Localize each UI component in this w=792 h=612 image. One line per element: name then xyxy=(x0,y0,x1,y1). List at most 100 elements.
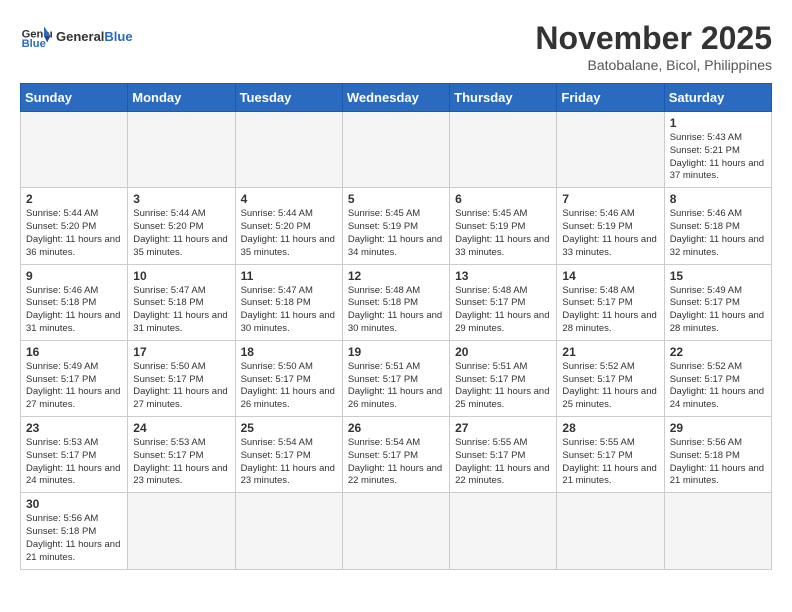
calendar-cell: 19 Sunrise: 5:51 AMSunset: 5:17 PMDayligh… xyxy=(342,340,449,416)
calendar-cell: 23 Sunrise: 5:53 AMSunset: 5:17 PMDayligh… xyxy=(21,417,128,493)
day-number: 6 xyxy=(455,192,551,206)
calendar-cell: 27Sunrise: 5:55 AMSunset: 5:17 PMDayligh… xyxy=(450,417,557,493)
day-number: 21 xyxy=(562,345,658,359)
weekday-header-friday: Friday xyxy=(557,84,664,112)
day-number: 24 xyxy=(133,421,229,435)
calendar-cell xyxy=(21,112,128,188)
calendar-cell xyxy=(235,493,342,569)
calendar-row: 1Sunrise: 5:43 AMSunset: 5:21 PMDaylight… xyxy=(21,112,772,188)
day-number: 25 xyxy=(241,421,337,435)
day-info: Sunrise: 5:56 AMSunset: 5:18 PMDaylight:… xyxy=(26,513,122,564)
day-number: 17 xyxy=(133,345,229,359)
calendar-row: 9Sunrise: 5:46 AMSunset: 5:18 PMDaylight… xyxy=(21,264,772,340)
day-info: Sunrise: 5:44 AMSunset: 5:20 PMDaylight:… xyxy=(241,208,337,259)
day-info: Sunrise: 5:47 AMSunset: 5:18 PMDaylight:… xyxy=(133,285,229,336)
day-info: Sunrise: 5:48 AMSunset: 5:17 PMDaylight:… xyxy=(562,285,658,336)
day-info: Sunrise: 5:53 AMSunset: 5:17 PMDaylight:… xyxy=(26,437,122,488)
day-info: Sunrise: 5:52 AMSunset: 5:17 PMDaylight:… xyxy=(670,361,766,412)
day-number: 27 xyxy=(455,421,551,435)
day-info: Sunrise: 5:53 AMSunset: 5:17 PMDaylight:… xyxy=(133,437,229,488)
day-number: 16 xyxy=(26,345,122,359)
day-info: Sunrise: 5:51 AMSunset: 5:17 PMDaylight:… xyxy=(348,361,444,412)
day-number: 12 xyxy=(348,269,444,283)
calendar-cell xyxy=(128,493,235,569)
calendar-cell: 25 Sunrise: 5:54 AMSunset: 5:17 PMDayligh… xyxy=(235,417,342,493)
calendar-cell: 5Sunrise: 5:45 AMSunset: 5:19 PMDaylight… xyxy=(342,188,449,264)
month-title: November 2025 xyxy=(535,20,772,57)
calendar-cell xyxy=(450,493,557,569)
day-number: 2 xyxy=(26,192,122,206)
calendar-cell: 20Sunrise: 5:51 AMSunset: 5:17 PMDayligh… xyxy=(450,340,557,416)
day-number: 8 xyxy=(670,192,766,206)
day-number: 18 xyxy=(241,345,337,359)
day-info: Sunrise: 5:48 AMSunset: 5:17 PMDaylight:… xyxy=(455,285,551,336)
day-info: Sunrise: 5:54 AMSunset: 5:17 PMDaylight:… xyxy=(348,437,444,488)
calendar-cell: 17Sunrise: 5:50 AMSunset: 5:17 PMDayligh… xyxy=(128,340,235,416)
calendar-cell: 30 Sunrise: 5:56 AMSunset: 5:18 PMDayligh… xyxy=(21,493,128,569)
calendar-cell: 8 Sunrise: 5:46 AMSunset: 5:18 PMDaylight… xyxy=(664,188,771,264)
svg-text:Blue: Blue xyxy=(22,38,46,50)
calendar-cell xyxy=(557,112,664,188)
calendar-cell: 9Sunrise: 5:46 AMSunset: 5:18 PMDaylight… xyxy=(21,264,128,340)
calendar-row: 2 Sunrise: 5:44 AMSunset: 5:20 PMDaylight… xyxy=(21,188,772,264)
day-number: 26 xyxy=(348,421,444,435)
day-number: 22 xyxy=(670,345,766,359)
day-info: Sunrise: 5:46 AMSunset: 5:18 PMDaylight:… xyxy=(670,208,766,259)
location-subtitle: Batobalane, Bicol, Philippines xyxy=(535,57,772,73)
calendar-cell: 10 Sunrise: 5:47 AMSunset: 5:18 PMDayligh… xyxy=(128,264,235,340)
calendar-cell: 4Sunrise: 5:44 AMSunset: 5:20 PMDaylight… xyxy=(235,188,342,264)
weekday-header-row: SundayMondayTuesdayWednesdayThursdayFrid… xyxy=(21,84,772,112)
page-header: General Blue GeneralBlue November 2025 B… xyxy=(20,20,772,73)
day-number: 28 xyxy=(562,421,658,435)
calendar-cell: 15 Sunrise: 5:49 AMSunset: 5:17 PMDayligh… xyxy=(664,264,771,340)
calendar-cell xyxy=(128,112,235,188)
calendar-cell: 2 Sunrise: 5:44 AMSunset: 5:20 PMDaylight… xyxy=(21,188,128,264)
day-info: Sunrise: 5:55 AMSunset: 5:17 PMDaylight:… xyxy=(562,437,658,488)
calendar-cell: 3 Sunrise: 5:44 AMSunset: 5:20 PMDaylight… xyxy=(128,188,235,264)
day-number: 20 xyxy=(455,345,551,359)
calendar-cell xyxy=(450,112,557,188)
calendar-cell: 1Sunrise: 5:43 AMSunset: 5:21 PMDaylight… xyxy=(664,112,771,188)
day-info: Sunrise: 5:47 AMSunset: 5:18 PMDaylight:… xyxy=(241,285,337,336)
weekday-header-saturday: Saturday xyxy=(664,84,771,112)
calendar-cell: 28 Sunrise: 5:55 AMSunset: 5:17 PMDayligh… xyxy=(557,417,664,493)
day-info: Sunrise: 5:44 AMSunset: 5:20 PMDaylight:… xyxy=(26,208,122,259)
day-number: 15 xyxy=(670,269,766,283)
weekday-header-monday: Monday xyxy=(128,84,235,112)
calendar-cell xyxy=(342,493,449,569)
day-number: 9 xyxy=(26,269,122,283)
calendar-cell: 11Sunrise: 5:47 AMSunset: 5:18 PMDayligh… xyxy=(235,264,342,340)
calendar-cell xyxy=(235,112,342,188)
calendar-cell: 29Sunrise: 5:56 AMSunset: 5:18 PMDayligh… xyxy=(664,417,771,493)
day-info: Sunrise: 5:56 AMSunset: 5:18 PMDaylight:… xyxy=(670,437,766,488)
weekday-header-wednesday: Wednesday xyxy=(342,84,449,112)
day-info: Sunrise: 5:49 AMSunset: 5:17 PMDaylight:… xyxy=(26,361,122,412)
calendar-row: 23 Sunrise: 5:53 AMSunset: 5:17 PMDayligh… xyxy=(21,417,772,493)
day-number: 30 xyxy=(26,497,122,511)
day-info: Sunrise: 5:44 AMSunset: 5:20 PMDaylight:… xyxy=(133,208,229,259)
logo-general-text: GeneralBlue xyxy=(56,29,133,44)
calendar-cell: 22 Sunrise: 5:52 AMSunset: 5:17 PMDayligh… xyxy=(664,340,771,416)
day-number: 23 xyxy=(26,421,122,435)
calendar-row: 16 Sunrise: 5:49 AMSunset: 5:17 PMDayligh… xyxy=(21,340,772,416)
day-info: Sunrise: 5:45 AMSunset: 5:19 PMDaylight:… xyxy=(348,208,444,259)
logo-icon: General Blue xyxy=(20,20,52,52)
calendar-cell: 16 Sunrise: 5:49 AMSunset: 5:17 PMDayligh… xyxy=(21,340,128,416)
calendar-cell: 21 Sunrise: 5:52 AMSunset: 5:17 PMDayligh… xyxy=(557,340,664,416)
day-info: Sunrise: 5:43 AMSunset: 5:21 PMDaylight:… xyxy=(670,132,766,183)
calendar-cell: 13Sunrise: 5:48 AMSunset: 5:17 PMDayligh… xyxy=(450,264,557,340)
calendar-cell xyxy=(342,112,449,188)
day-number: 10 xyxy=(133,269,229,283)
day-info: Sunrise: 5:54 AMSunset: 5:17 PMDaylight:… xyxy=(241,437,337,488)
day-info: Sunrise: 5:45 AMSunset: 5:19 PMDaylight:… xyxy=(455,208,551,259)
calendar-cell: 6 Sunrise: 5:45 AMSunset: 5:19 PMDaylight… xyxy=(450,188,557,264)
day-number: 19 xyxy=(348,345,444,359)
calendar-table: SundayMondayTuesdayWednesdayThursdayFrid… xyxy=(20,83,772,570)
calendar-cell: 7Sunrise: 5:46 AMSunset: 5:19 PMDaylight… xyxy=(557,188,664,264)
day-info: Sunrise: 5:52 AMSunset: 5:17 PMDaylight:… xyxy=(562,361,658,412)
day-number: 3 xyxy=(133,192,229,206)
calendar-cell: 14Sunrise: 5:48 AMSunset: 5:17 PMDayligh… xyxy=(557,264,664,340)
calendar-cell xyxy=(664,493,771,569)
weekday-header-sunday: Sunday xyxy=(21,84,128,112)
day-info: Sunrise: 5:49 AMSunset: 5:17 PMDaylight:… xyxy=(670,285,766,336)
